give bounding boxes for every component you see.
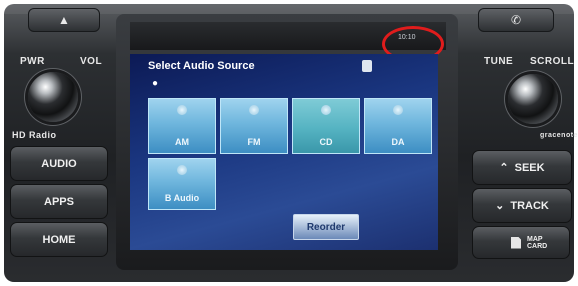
pwr-label: PWR [20, 56, 45, 67]
tune-label: TUNE [484, 56, 514, 67]
home-button[interactable]: HOME [10, 222, 108, 257]
trash-icon[interactable] [362, 60, 372, 72]
source-tile-label: AM [175, 137, 189, 147]
chevron-down-icon: ⌄ [495, 200, 505, 212]
page-title: Select Audio Source [148, 60, 255, 72]
vol-label: VOL [80, 56, 103, 67]
seek-button[interactable]: ⌃ SEEK [472, 150, 572, 185]
track-button-label: TRACK [510, 199, 549, 212]
source-tile-label: B Audio [164, 193, 200, 203]
source-tile-label: FM [247, 137, 261, 147]
cd-icon [321, 105, 331, 115]
chevron-up-icon: ⌃ [499, 162, 509, 174]
phone-button[interactable]: ✆ [478, 8, 554, 32]
am-icon [177, 105, 187, 115]
phone-icon: ✆ [510, 13, 522, 27]
home-button-label: HOME [42, 233, 76, 246]
eject-icon: ▲ [58, 13, 70, 27]
audio-button-label: AUDIO [41, 157, 77, 170]
audio-button[interactable]: AUDIO [10, 146, 108, 181]
source-tile-label: CD [319, 137, 333, 147]
map-card-label: MAP CARD [527, 235, 548, 250]
volume-knob[interactable] [28, 72, 78, 122]
source-tile-cd[interactable]: CD [292, 98, 360, 154]
sd-card-icon [511, 236, 521, 249]
touch-screen: Select Audio Source ● AM FM CD DA B Audi… [130, 54, 438, 250]
fm-icon [249, 105, 259, 115]
hd-radio-label: HD Radio [12, 130, 57, 140]
bluetooth-icon [177, 165, 187, 175]
apps-button-label: APPS [44, 195, 74, 208]
eject-button[interactable]: ▲ [28, 8, 100, 32]
da-icon [393, 105, 403, 115]
source-tile-am[interactable]: AM [148, 98, 216, 154]
apps-button[interactable]: APPS [10, 184, 108, 219]
track-button[interactable]: ⌄ TRACK [472, 188, 572, 223]
gracenote-label: gracenote [540, 132, 578, 139]
map-card-slot[interactable]: MAP CARD [472, 226, 570, 259]
reorder-button-label: Reorder [306, 221, 346, 233]
scroll-label: SCROLL [530, 56, 575, 67]
tune-scroll-knob[interactable] [508, 74, 558, 124]
seek-button-label: SEEK [514, 161, 545, 174]
source-tile-da[interactable]: DA [364, 98, 432, 154]
source-tile-label: DA [391, 137, 405, 147]
voice-icon: ● [152, 78, 159, 89]
reorder-button[interactable]: Reorder [293, 214, 359, 240]
source-tile-fm[interactable]: FM [220, 98, 288, 154]
source-tile-bluetooth-audio[interactable]: B Audio [148, 158, 216, 210]
